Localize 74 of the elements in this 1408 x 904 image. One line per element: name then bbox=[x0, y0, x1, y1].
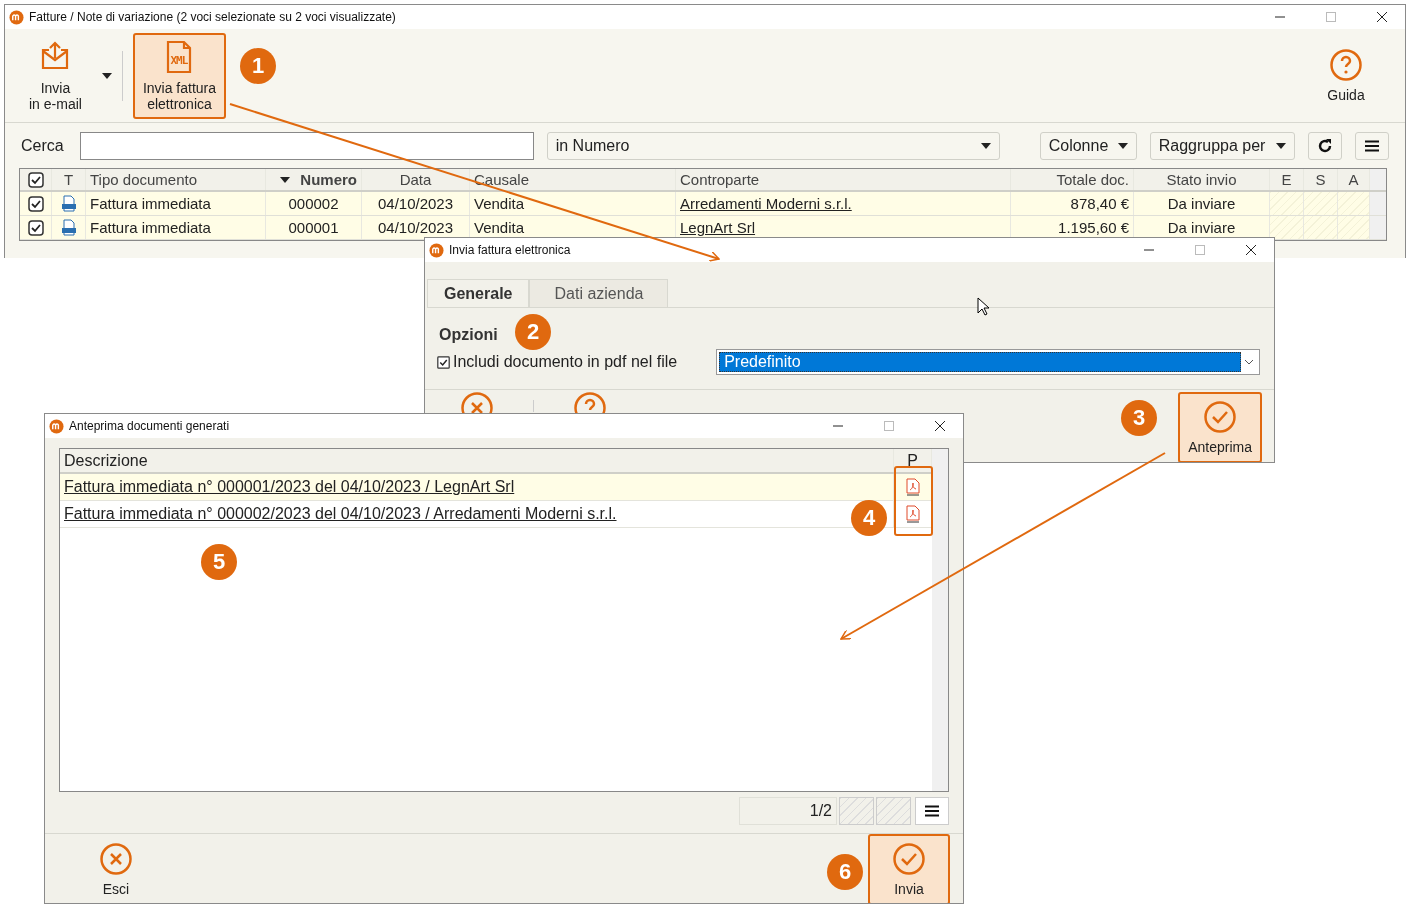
column-header: Descrizione bbox=[60, 449, 894, 472]
cancel-icon bbox=[100, 842, 132, 875]
app-logo-icon bbox=[9, 9, 24, 25]
file-type-label: XML bbox=[170, 53, 188, 67]
column-header[interactable]: E bbox=[1270, 169, 1304, 190]
send-email-button[interactable]: Invia in e-mail bbox=[19, 32, 92, 119]
columns-dropdown[interactable]: Colonne bbox=[1039, 132, 1137, 160]
column-header[interactable]: Totale doc. bbox=[1011, 169, 1134, 190]
app-logo-icon bbox=[429, 242, 444, 258]
empty-field bbox=[876, 797, 911, 825]
counterpart-link[interactable]: Arredamenti Moderni s.r.l. bbox=[680, 195, 852, 212]
checkbox[interactable] bbox=[27, 219, 44, 236]
table-cell: 000001 bbox=[266, 216, 362, 239]
highlight-frame bbox=[894, 466, 933, 536]
dropdown-caret-icon bbox=[980, 143, 991, 149]
dialog-title: Invia fattura elettronica bbox=[449, 243, 572, 257]
checkbox[interactable] bbox=[27, 195, 44, 212]
dialog-title: Anteprima documenti generati bbox=[69, 419, 231, 433]
format-select[interactable]: Predefinito bbox=[716, 349, 1260, 375]
table-cell: 000002 bbox=[266, 192, 362, 215]
column-header[interactable]: Tipo documento bbox=[86, 169, 266, 190]
scrollbar-track[interactable] bbox=[1370, 169, 1386, 190]
checkmark-icon bbox=[1204, 400, 1237, 433]
column-header[interactable]: Controparte bbox=[676, 169, 1011, 190]
table-cell: Fattura immediata bbox=[86, 216, 266, 239]
help-icon bbox=[1330, 48, 1362, 81]
send-e-invoice-button[interactable]: XML Invia fattura elettronica bbox=[132, 32, 227, 119]
column-header[interactable]: T bbox=[52, 169, 86, 190]
app-logo-icon bbox=[49, 418, 64, 434]
column-header[interactable]: Numero bbox=[266, 169, 362, 190]
page-counter: 1/2 bbox=[739, 797, 837, 825]
table-cell: 878,40 € bbox=[1011, 192, 1134, 215]
column-header[interactable]: S bbox=[1304, 169, 1338, 190]
document-link[interactable]: Fattura immediata n° 000002/2023 del 04/10/2023 / Arredamenti Moderni s.r.l. bbox=[64, 505, 617, 523]
pdf-file-icon[interactable] bbox=[905, 478, 920, 496]
search-field-dropdown[interactable]: in Numero bbox=[546, 132, 1000, 160]
preview-button[interactable]: Anteprima bbox=[1178, 392, 1262, 462]
dropdown-caret-icon bbox=[1275, 143, 1286, 149]
send-button[interactable]: Invia bbox=[868, 834, 950, 903]
tab[interactable]: Generale bbox=[427, 279, 530, 307]
sort-icon bbox=[280, 176, 291, 183]
tab[interactable]: Dati azienda bbox=[529, 279, 669, 307]
refresh-button[interactable] bbox=[1307, 132, 1342, 160]
section-heading: Opzioni bbox=[439, 326, 498, 344]
menu-button[interactable] bbox=[915, 797, 949, 825]
column-header[interactable]: Causale bbox=[470, 169, 676, 190]
search-label: Cerca bbox=[21, 137, 64, 155]
checkmark-icon bbox=[893, 842, 925, 875]
checkbox[interactable] bbox=[437, 355, 450, 369]
mouse-cursor-icon bbox=[977, 297, 989, 316]
menu-button[interactable] bbox=[1354, 132, 1389, 160]
column-header[interactable]: Data bbox=[362, 169, 470, 190]
menu-icon[interactable] bbox=[925, 805, 939, 817]
help-button[interactable]: Guida bbox=[1315, 32, 1377, 119]
table-cell: Fattura immediata bbox=[86, 192, 266, 215]
checkbox[interactable] bbox=[27, 171, 44, 188]
document-icon bbox=[60, 219, 77, 236]
menu-icon[interactable] bbox=[1364, 140, 1379, 152]
pdf-file-icon[interactable] bbox=[905, 505, 920, 523]
column-header[interactable]: Stato invio bbox=[1134, 169, 1270, 190]
table-cell: Vendita bbox=[470, 192, 676, 215]
dropdown-caret-icon bbox=[1117, 143, 1128, 149]
exit-button[interactable]: Esci bbox=[75, 834, 157, 903]
search-field[interactable] bbox=[79, 132, 534, 160]
scrollbar[interactable] bbox=[932, 449, 948, 791]
empty-field bbox=[839, 797, 874, 825]
table-cell: 04/10/2023 bbox=[362, 192, 470, 215]
group-by-dropdown[interactable]: Raggruppa per bbox=[1149, 132, 1295, 160]
checkbox-label: Includi documento in pdf nel file bbox=[453, 353, 678, 371]
counterpart-link[interactable]: LegnArt Srl bbox=[680, 219, 756, 236]
refresh-icon bbox=[1316, 138, 1333, 154]
table-cell: Da inviare bbox=[1134, 192, 1270, 215]
document-icon bbox=[60, 195, 77, 212]
window-title: Fatture / Note di variazione (2 voci selezionate su 2 voci visualizzate) bbox=[29, 10, 397, 24]
